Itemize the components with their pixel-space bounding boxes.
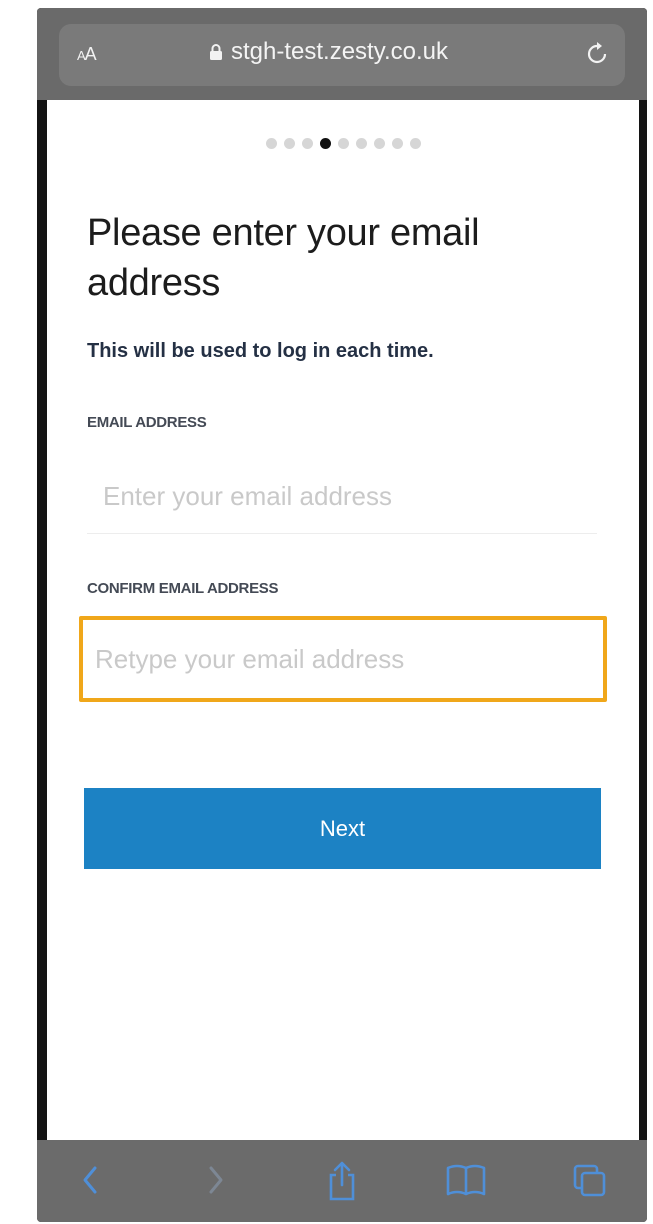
page-content: Please enter your email address This wil… <box>47 100 639 1146</box>
progress-dot <box>391 138 403 149</box>
url-text: stgh-test.zesty.co.uk <box>231 38 448 65</box>
confirm-email-label: CONFIRM EMAIL ADDRESS <box>87 580 279 597</box>
bookmarks-icon[interactable] <box>445 1160 487 1200</box>
progress-dot <box>283 138 295 149</box>
email-input[interactable] <box>87 460 597 534</box>
page-title: Please enter your email address <box>87 212 480 304</box>
back-icon[interactable] <box>79 1160 101 1200</box>
progress-dot-active <box>319 138 331 149</box>
text-size-small-a: A <box>77 48 86 63</box>
forward-icon[interactable] <box>205 1160 227 1200</box>
text-size-button[interactable]: AA <box>77 44 97 65</box>
browser-address-bar-area: AA stgh-test.zesty.co.uk <box>37 8 647 100</box>
progress-dot <box>337 138 349 149</box>
page-subtitle: This will be used to log in each time. <box>87 340 434 362</box>
confirm-email-input[interactable] <box>79 616 607 702</box>
address-bar[interactable]: AA stgh-test.zesty.co.uk <box>59 24 625 86</box>
tabs-icon[interactable] <box>571 1160 609 1200</box>
progress-dot <box>265 138 277 149</box>
browser-toolbar <box>37 1140 647 1222</box>
reload-icon[interactable] <box>585 41 609 72</box>
progress-dot <box>301 138 313 149</box>
next-button[interactable]: Next <box>84 788 601 869</box>
progress-dot <box>373 138 385 149</box>
lock-icon <box>209 43 223 61</box>
phone-frame: AA stgh-test.zesty.co.uk Please enter yo… <box>37 8 647 1222</box>
share-icon[interactable] <box>325 1160 359 1202</box>
text-size-large-a: A <box>84 44 97 64</box>
progress-dot <box>355 138 367 149</box>
progress-dots <box>47 138 639 149</box>
url-display[interactable]: stgh-test.zesty.co.uk <box>209 38 448 66</box>
email-label: EMAIL ADDRESS <box>87 414 207 431</box>
progress-dot <box>409 138 421 149</box>
